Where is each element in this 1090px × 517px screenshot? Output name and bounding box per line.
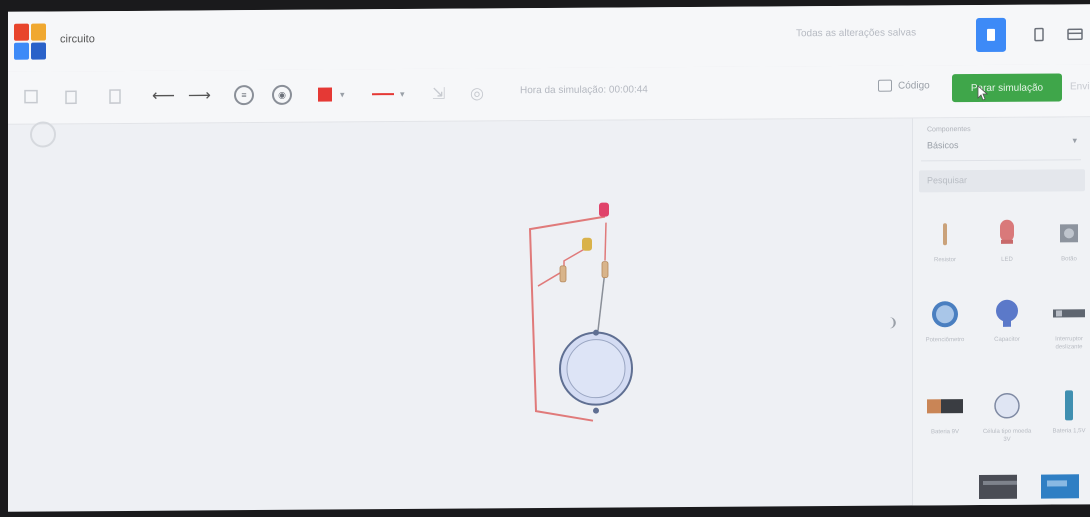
toolbar: ⟵ ⟶ ≡ ◉ ▾ ▾ ⇲ ◎ Hora da simulação: 00:00…: [8, 64, 1090, 125]
led-red[interactable]: [599, 202, 609, 217]
component-arduino[interactable]: [1031, 467, 1087, 512]
potentiometer-icon: [932, 301, 958, 328]
visibility-button[interactable]: ◉: [272, 84, 292, 106]
chevron-down-icon: ▾: [1072, 135, 1077, 146]
code-icon: [878, 79, 892, 92]
duplicate-button[interactable]: [108, 85, 122, 107]
chevron-down-icon: ▾: [340, 88, 345, 99]
wire-color-picker[interactable]: ▾: [318, 83, 345, 105]
zoom-fit-button[interactable]: ◎: [470, 82, 484, 104]
circuit-canvas[interactable]: [8, 119, 898, 512]
led-icon: [1000, 219, 1014, 244]
component-pushbutton[interactable]: Botão: [1041, 215, 1090, 275]
wire-color-swatch: [318, 87, 332, 102]
component-coin-cell[interactable]: Célula tipo moeda 3V: [979, 388, 1035, 448]
component-led[interactable]: LED: [979, 216, 1035, 276]
browser-screen: circuito Todas as alterações salvas ⟵ ⟶ …: [8, 4, 1090, 512]
undo-arrow-icon: ⟵: [152, 87, 175, 105]
rotate-icon: [24, 89, 38, 104]
components-value: Básicos: [927, 140, 959, 151]
component-label: Bateria 9V: [930, 429, 960, 436]
redo-arrow-icon: ⟶: [188, 87, 211, 105]
pushbutton-icon: [1060, 224, 1078, 243]
slide-switch-icon: [1053, 309, 1085, 318]
mouse-pointer-icon: [977, 85, 988, 101]
circuit-view-icon: [987, 28, 995, 41]
coin-cell-icon: [994, 393, 1020, 419]
trash-icon: [65, 90, 77, 105]
component-9v-battery[interactable]: Bateria 9V: [917, 388, 973, 448]
component-label: LED: [1001, 256, 1013, 263]
wire[interactable]: [537, 272, 561, 287]
flip-icon: ⇲: [432, 85, 446, 103]
panel-collapse-icon[interactable]: ❩: [888, 316, 898, 330]
component-aa-battery[interactable]: Bateria 1,5V: [1041, 387, 1090, 447]
code-label: Código: [898, 79, 930, 92]
design-title[interactable]: circuito: [60, 33, 95, 45]
component-slide-switch[interactable]: Interruptor deslizante: [1041, 295, 1090, 355]
copy-icon: [109, 89, 121, 104]
wire-line-icon: [372, 93, 394, 96]
component-resistor[interactable]: Resistor: [917, 216, 973, 276]
top-header: circuito Todas as alterações salvas: [8, 4, 1090, 73]
schematic-view-button[interactable]: [1024, 17, 1054, 51]
wire[interactable]: [604, 222, 607, 261]
battery-face: [566, 339, 626, 399]
chevron-down-icon: ▾: [400, 88, 405, 99]
component-search-input[interactable]: Pesquisar: [919, 169, 1085, 193]
component-label: Interruptor deslizante: [1055, 336, 1083, 351]
components-label: Componentes: [927, 126, 971, 134]
wire[interactable]: [597, 270, 606, 331]
undo-button[interactable]: ⟵: [152, 85, 175, 107]
eye-icon: ◉: [272, 84, 292, 105]
battery-terminal[interactable]: [593, 329, 599, 336]
tinkercad-logo[interactable]: [14, 23, 46, 60]
battery-terminal[interactable]: [593, 407, 599, 414]
rotate-button[interactable]: [22, 86, 40, 108]
schematic-view-icon: [1034, 27, 1044, 42]
simulation-time: Hora da simulação: 00:00:44: [520, 84, 648, 97]
resistor-icon: [943, 223, 947, 246]
component-capacitor[interactable]: Capacitor: [979, 296, 1035, 356]
code-button[interactable]: Código: [878, 79, 930, 92]
component-label: Resistor: [933, 257, 956, 264]
circuit-view-button[interactable]: [976, 17, 1006, 53]
component-label: Célula tipo moeda 3V: [982, 428, 1032, 443]
component-label: Botão: [1061, 256, 1077, 263]
arduino-icon: [1041, 474, 1079, 499]
zoom-icon: ◎: [470, 85, 484, 103]
start-simulation-button[interactable]: Parar simulação: [952, 73, 1062, 103]
component-breadboard-mini[interactable]: [969, 468, 1025, 512]
component-label: Potenciômetro: [925, 337, 965, 344]
component-potentiometer[interactable]: Potenciômetro: [917, 296, 973, 356]
components-dropdown[interactable]: Componentes Básicos ▾: [921, 123, 1081, 162]
redo-button[interactable]: ⟶: [188, 84, 211, 106]
notes-button[interactable]: ≡: [234, 84, 254, 106]
resistor[interactable]: [559, 265, 567, 283]
led-yellow[interactable]: [582, 237, 592, 251]
components-panel: Componentes Básicos ▾ Pesquisar Resistor…: [912, 117, 1090, 509]
export-button[interactable]: Enviar: [1070, 81, 1090, 92]
notes-icon: ≡: [234, 85, 254, 106]
battery-9v-icon: [927, 399, 963, 414]
delete-button[interactable]: [64, 85, 78, 107]
flip-button[interactable]: ⇲: [432, 83, 445, 105]
component-list-button[interactable]: [1060, 17, 1090, 51]
list-view-icon: [1067, 28, 1083, 41]
search-placeholder: Pesquisar: [927, 175, 968, 186]
component-label: Bateria 1,5V: [1052, 428, 1086, 435]
breadboard-icon: [979, 474, 1017, 499]
battery-aa-icon: [1065, 390, 1073, 421]
circuit-diagram: [528, 202, 633, 422]
component-label: Capacitor: [994, 336, 1020, 343]
wire-type-picker[interactable]: ▾: [372, 83, 405, 105]
capacitor-icon: [996, 299, 1018, 327]
wire[interactable]: [563, 248, 586, 276]
saved-status: Todas as alterações salvas: [796, 27, 917, 40]
resistor[interactable]: [601, 261, 609, 279]
